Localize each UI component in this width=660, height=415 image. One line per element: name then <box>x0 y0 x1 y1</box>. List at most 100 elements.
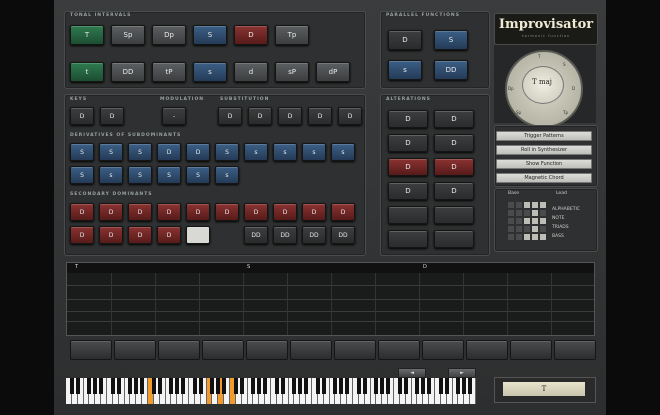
alteration-button-4[interactable]: D <box>434 134 474 152</box>
black-key[interactable] <box>151 378 156 394</box>
black-key[interactable] <box>415 378 420 394</box>
chromatic-button-6[interactable]: D <box>215 203 239 221</box>
option-cell[interactable] <box>540 218 546 224</box>
step-pad-10[interactable] <box>466 340 508 360</box>
option-cell[interactable] <box>524 210 530 216</box>
chromatic-button-13[interactable]: D <box>128 226 152 244</box>
step-pad-11[interactable] <box>510 340 552 360</box>
secondary-button-9[interactable]: s <box>302 143 326 161</box>
black-key[interactable] <box>380 378 385 394</box>
secondary-button-1[interactable]: S <box>70 143 94 161</box>
chromatic-button-3[interactable]: D <box>128 203 152 221</box>
tonal-button-minor-6[interactable]: sP <box>275 62 309 82</box>
parallel-button-2[interactable]: S <box>434 30 468 50</box>
black-key[interactable] <box>315 378 320 394</box>
tonal-button-minor-3[interactable]: tP <box>152 62 186 82</box>
secondary-button-8[interactable]: s <box>273 143 297 161</box>
chromatic-button-19[interactable]: DD <box>331 226 355 244</box>
step-pad-5[interactable] <box>246 340 288 360</box>
chromatic-button-7[interactable]: D <box>244 203 268 221</box>
option-cell[interactable] <box>508 202 514 208</box>
black-key[interactable] <box>345 378 350 394</box>
option-cell[interactable] <box>508 218 514 224</box>
option-cell[interactable] <box>516 202 522 208</box>
black-key[interactable] <box>339 378 344 394</box>
black-key[interactable] <box>175 378 180 394</box>
black-key[interactable] <box>292 378 297 394</box>
secondary-button-4[interactable]: D <box>157 143 181 161</box>
substitution-button-2[interactable]: D <box>248 107 272 125</box>
black-key[interactable] <box>198 378 203 394</box>
piano-keyboard[interactable] <box>66 378 476 404</box>
chromatic-button-2[interactable]: D <box>99 203 123 221</box>
chromatic-button-4[interactable]: D <box>157 203 181 221</box>
prev-button[interactable]: ◄ <box>398 368 426 378</box>
black-key[interactable] <box>210 378 215 394</box>
option-cell[interactable] <box>524 218 530 224</box>
black-key[interactable] <box>69 378 74 394</box>
roll-synthesizer-button[interactable]: Roll in Synthesizer <box>496 145 592 155</box>
magnetic-chord-button[interactable]: Magnetic Chord <box>496 173 592 183</box>
black-key[interactable] <box>157 378 162 394</box>
chromatic-button-14[interactable]: D <box>157 226 181 244</box>
alteration-button-2[interactable]: D <box>434 110 474 128</box>
alteration-button-12[interactable] <box>434 230 474 248</box>
option-cell[interactable] <box>516 226 522 232</box>
black-key[interactable] <box>386 378 391 394</box>
tonal-button-minor-5[interactable]: d <box>234 62 268 82</box>
mode-alphabetic[interactable]: ALPHABETIC <box>552 207 580 212</box>
black-key[interactable] <box>403 378 408 394</box>
alteration-button-11[interactable] <box>388 230 428 248</box>
option-cell[interactable] <box>508 234 514 240</box>
option-cell[interactable] <box>540 234 546 240</box>
step-pad-1[interactable] <box>70 340 112 360</box>
black-key[interactable] <box>374 378 379 394</box>
chromatic-button-10[interactable]: D <box>331 203 355 221</box>
black-key[interactable] <box>462 378 467 394</box>
parallel-button-1[interactable]: D <box>388 30 422 50</box>
black-key[interactable] <box>257 378 262 394</box>
sequencer[interactable]: T S D <box>66 262 595 336</box>
secondary-button-5[interactable]: D <box>186 143 210 161</box>
black-key[interactable] <box>280 378 285 394</box>
mode-bass[interactable]: BASS <box>552 234 564 239</box>
option-cell[interactable] <box>532 210 538 216</box>
black-key[interactable] <box>427 378 432 394</box>
black-key[interactable] <box>356 378 361 394</box>
tonal-button-minor-4[interactable]: s <box>193 62 227 82</box>
mode-triads[interactable]: TRIADS <box>552 225 569 230</box>
next-button[interactable]: ► <box>448 368 476 378</box>
black-key[interactable] <box>438 378 443 394</box>
substitution-button-1[interactable]: D <box>218 107 242 125</box>
substitution-button-4[interactable]: D <box>308 107 332 125</box>
secondary-button-13[interactable]: S <box>128 166 152 184</box>
tonal-button-2[interactable]: Sp <box>111 25 145 45</box>
alteration-button-9[interactable] <box>388 206 428 224</box>
black-key[interactable] <box>110 378 115 394</box>
black-key[interactable] <box>216 378 221 394</box>
chromatic-button-18[interactable]: DD <box>302 226 326 244</box>
secondary-button-3[interactable]: S <box>128 143 152 161</box>
tonal-button-5[interactable]: D <box>234 25 268 45</box>
black-key[interactable] <box>251 378 256 394</box>
step-pad-6[interactable] <box>290 340 332 360</box>
alteration-button-10[interactable] <box>434 206 474 224</box>
trigger-patterns-button[interactable]: Trigger Patterns <box>496 131 592 141</box>
chromatic-button-16[interactable]: DD <box>244 226 268 244</box>
black-key[interactable] <box>99 378 104 394</box>
black-key[interactable] <box>362 378 367 394</box>
mode-note[interactable]: NOTE <box>552 216 565 221</box>
key-button-2[interactable]: D <box>100 107 124 125</box>
tonal-button-1[interactable]: T <box>70 25 104 45</box>
option-cell[interactable] <box>532 226 538 232</box>
parallel-button-3[interactable]: s <box>388 60 422 80</box>
chromatic-button-8[interactable]: D <box>273 203 297 221</box>
secondary-button-2[interactable]: S <box>99 143 123 161</box>
black-key[interactable] <box>421 378 426 394</box>
black-key[interactable] <box>181 378 186 394</box>
option-cell[interactable] <box>516 234 522 240</box>
alteration-button-1[interactable]: D <box>388 110 428 128</box>
tonal-button-3[interactable]: Dp <box>152 25 186 45</box>
chromatic-button-1[interactable]: D <box>70 203 94 221</box>
black-key[interactable] <box>321 378 326 394</box>
